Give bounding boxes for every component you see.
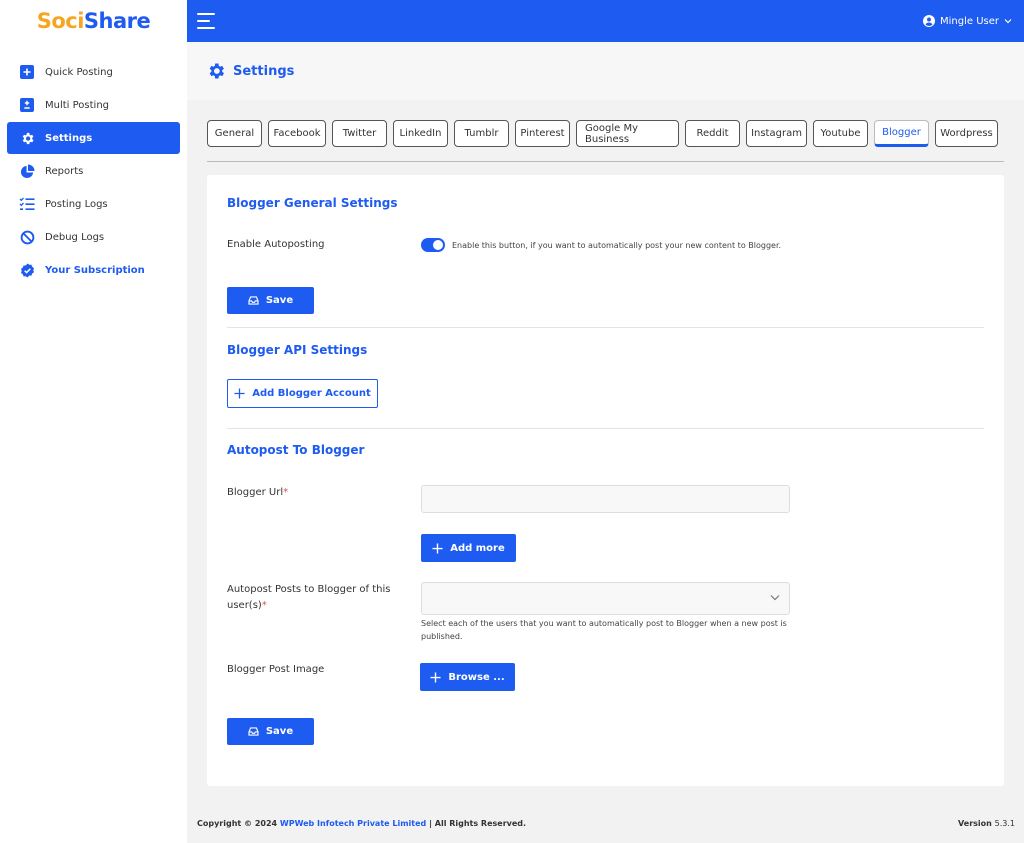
verified-badge-icon (19, 262, 35, 278)
blogger-url-label: Blogger Url* (227, 485, 288, 501)
pie-chart-icon (19, 163, 35, 179)
tab-google-my-business[interactable]: Google My Business (576, 120, 679, 147)
autoposting-help: Enable this button, if you want to autom… (452, 241, 782, 250)
logo-text-share: Share (83, 9, 151, 33)
sidebar-item-label: Posting Logs (45, 198, 108, 210)
autoposting-label: Enable Autoposting (227, 239, 325, 250)
tab-instagram[interactable]: Instagram (746, 120, 807, 147)
general-settings-title: Blogger General Settings (227, 196, 398, 210)
tab-reddit[interactable]: Reddit (685, 120, 740, 147)
tab-twitter[interactable]: Twitter (332, 120, 387, 147)
api-settings-title: Blogger API Settings (227, 343, 368, 357)
logo-text-soci: Soci (36, 9, 85, 33)
toggle-knob (433, 240, 443, 250)
tab-linkedin[interactable]: LinkedIn (393, 120, 448, 147)
top-bar: Mingle User (187, 0, 1024, 42)
section-divider (227, 428, 984, 429)
tab-pinterest[interactable]: Pinterest (515, 120, 570, 147)
section-divider (227, 327, 984, 328)
plus-icon (432, 542, 443, 554)
app-logo[interactable]: Soci Share (0, 0, 187, 42)
copyright-prefix: Copyright © 2024 (197, 819, 278, 828)
tab-general[interactable]: General (207, 120, 262, 147)
browse-label: Browse ... (448, 671, 505, 683)
sidebar-item-reports[interactable]: Reports (7, 155, 180, 187)
sidebar-item-settings[interactable]: Settings (7, 122, 180, 154)
inbox-icon (248, 296, 259, 305)
ban-icon (19, 229, 35, 245)
add-blogger-account-button[interactable]: Add Blogger Account (227, 379, 378, 408)
sidebar-item-label: Multi Posting (45, 99, 110, 111)
required-mark: * (261, 600, 267, 611)
gear-icon (19, 130, 35, 146)
company-link[interactable]: WPWeb Infotech Private Limited (280, 819, 426, 828)
sidebar-item-debug-logs[interactable]: Debug Logs (7, 221, 180, 253)
autopost-save-button[interactable]: Save (227, 718, 314, 745)
autopost-users-label-line2: user(s) (227, 600, 262, 611)
checklist-icon (19, 196, 35, 212)
gear-icon (206, 61, 226, 81)
sidebar-item-label: Quick Posting (45, 66, 113, 78)
user-name: Mingle User (940, 15, 999, 27)
save-label: Save (265, 726, 294, 737)
plus-square-icon (19, 64, 35, 80)
sidebar-item-subscription[interactable]: Your Subscription (7, 254, 180, 286)
add-more-button[interactable]: Add more (421, 534, 516, 562)
menu-toggle-icon[interactable] (197, 13, 217, 29)
page-title: Settings (233, 63, 295, 79)
blogger-url-input[interactable] (421, 485, 790, 513)
tab-youtube[interactable]: Youtube (813, 120, 868, 147)
rights-text: | All Rights Reserved. (429, 819, 527, 828)
autopost-title: Autopost To Blogger (227, 443, 365, 457)
version: Version 5.3.1 (958, 819, 1015, 828)
sidebar-item-posting-logs[interactable]: Posting Logs (7, 188, 180, 220)
add-account-label: Add Blogger Account (252, 388, 371, 399)
sidebar-item-multi-posting[interactable]: Multi Posting (7, 89, 180, 121)
tab-wordpress[interactable]: Wordpress (935, 120, 998, 147)
footer: Copyright © 2024 WPWeb Infotech Private … (197, 819, 1015, 828)
autopost-users-select[interactable] (421, 582, 790, 615)
blogger-url-label-text: Blogger Url (227, 487, 284, 498)
browse-button[interactable]: Browse ... (420, 663, 515, 691)
sidebar-item-label: Your Subscription (45, 264, 145, 276)
tab-blogger[interactable]: Blogger (874, 120, 929, 147)
settings-card: Blogger General Settings Enable Autopost… (207, 175, 1004, 786)
page-header: Settings (187, 42, 1024, 100)
sidebar: Soci Share Quick Posting Multi Posting Se… (0, 0, 187, 843)
plus-icon (234, 388, 245, 399)
add-more-label: Add more (450, 542, 505, 554)
sidebar-item-label: Reports (45, 165, 84, 177)
version-number: 5.3.1 (994, 819, 1015, 828)
tab-facebook[interactable]: Facebook (268, 120, 326, 147)
inbox-icon (248, 727, 259, 736)
autopost-users-label-line1: Autopost Posts to Blogger of this (227, 584, 391, 595)
sidebar-item-label: Settings (45, 132, 93, 144)
copyright: Copyright © 2024 WPWeb Infotech Private … (197, 819, 526, 828)
save-label: Save (265, 295, 294, 306)
sidebar-item-label: Debug Logs (45, 231, 105, 243)
chevron-down-icon (770, 594, 780, 601)
autopost-users-label: Autopost Posts to Blogger of this user(s)… (227, 582, 390, 614)
plus-minus-square-icon (19, 97, 35, 113)
plus-icon (430, 671, 441, 683)
settings-tabs: General Facebook Twitter LinkedIn Tumblr… (207, 120, 1004, 162)
general-save-button[interactable]: Save (227, 287, 314, 314)
tab-tumblr[interactable]: Tumblr (454, 120, 509, 147)
autoposting-toggle[interactable] (421, 238, 445, 252)
required-mark: * (283, 487, 289, 498)
user-menu[interactable]: Mingle User (923, 15, 1012, 27)
user-circle-icon (923, 15, 935, 27)
sidebar-nav: Quick Posting Multi Posting Settings Rep… (0, 56, 187, 286)
version-label: Version (958, 819, 992, 828)
post-image-label: Blogger Post Image (227, 664, 325, 675)
chevron-down-icon (1004, 18, 1012, 24)
sidebar-item-quick-posting[interactable]: Quick Posting (7, 56, 180, 88)
autopost-users-help: Select each of the users that you want t… (421, 619, 787, 641)
